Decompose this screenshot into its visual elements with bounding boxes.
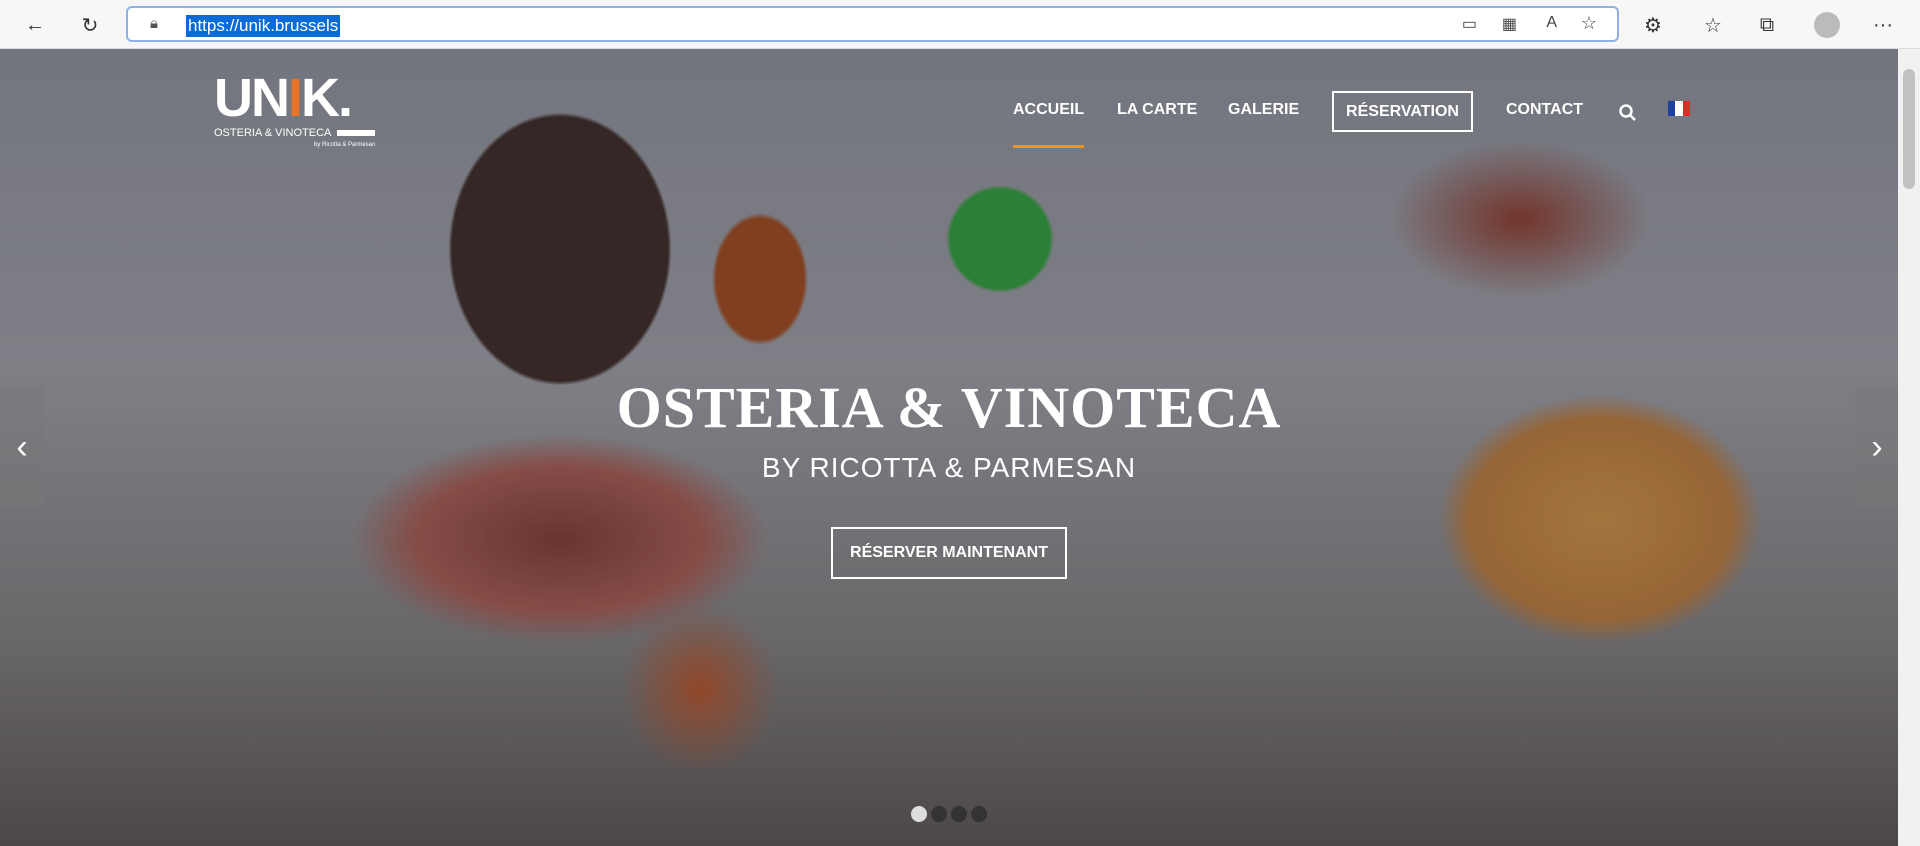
slide-dot[interactable]	[971, 806, 987, 822]
logo-text: I	[288, 68, 303, 128]
logo-text: K.	[301, 68, 353, 128]
nav-reservation-button[interactable]: RÉSERVATION	[1332, 91, 1473, 132]
read-aloud-icon[interactable]: A	[1546, 14, 1557, 32]
nav-la-carte[interactable]: LA CARTE	[1117, 101, 1197, 119]
reserve-now-button[interactable]: RÉSERVER MAINTENANT	[831, 527, 1067, 579]
search-icon[interactable]	[1618, 103, 1638, 123]
logo-by: by Ricotta & Parmesan	[314, 142, 376, 148]
slide-dot[interactable]	[951, 806, 967, 822]
extensions-icon[interactable]: ⚙	[1638, 10, 1668, 40]
url-text[interactable]: https://unik.brussels	[186, 15, 341, 37]
hero-overlay	[0, 49, 1898, 846]
browser-toolbar: ← ↻ 🔒︎ https://unik.brussels ▭ ▦ A ☆ ⚙ ☆…	[0, 0, 1920, 49]
next-slide-arrow-icon[interactable]: ›	[1855, 386, 1898, 508]
slide-dot[interactable]	[931, 806, 947, 822]
app-available-icon[interactable]: ▭	[1462, 14, 1477, 34]
hero-slider: UNIK. OSTERIA & VINOTECA by Ricotta & Pa…	[0, 49, 1898, 846]
nav-accueil[interactable]: ACCUEIL	[1013, 101, 1084, 119]
nav-galerie[interactable]: GALERIE	[1228, 101, 1299, 119]
back-icon[interactable]: ←	[20, 10, 50, 40]
address-bar[interactable]: 🔒︎ https://unik.brussels ▭ ▦ A ☆	[126, 6, 1619, 42]
scrollbar[interactable]	[1898, 49, 1920, 846]
french-flag-icon[interactable]	[1668, 101, 1690, 116]
more-menu-icon[interactable]: ···	[1868, 10, 1898, 40]
nav-contact[interactable]: CONTACT	[1506, 101, 1583, 119]
refresh-icon[interactable]: ↻	[75, 10, 105, 40]
collections-icon[interactable]: ⧉	[1752, 10, 1782, 40]
logo-tagline: OSTERIA & VINOTECA	[214, 127, 332, 139]
site-logo[interactable]: UNIK. OSTERIA & VINOTECA by Ricotta & Pa…	[214, 71, 376, 148]
active-indicator	[1013, 145, 1084, 148]
hero-title: OSTERIA & VINOTECA	[616, 375, 1282, 440]
lock-icon: 🔒︎	[150, 15, 158, 32]
favorites-icon[interactable]: ☆	[1698, 10, 1728, 40]
logo-text: UN	[214, 68, 290, 128]
hero-subtitle: BY RICOTTA & PARMESAN	[761, 452, 1137, 483]
favorite-icon[interactable]: ☆	[1581, 13, 1597, 34]
qr-code-icon[interactable]: ▦	[1502, 14, 1517, 34]
prev-slide-arrow-icon[interactable]: ‹	[0, 386, 44, 508]
scrollbar-thumb[interactable]	[1903, 69, 1915, 189]
slide-dot[interactable]	[911, 806, 927, 822]
slider-dots	[911, 806, 987, 822]
profile-avatar[interactable]	[1812, 10, 1842, 40]
